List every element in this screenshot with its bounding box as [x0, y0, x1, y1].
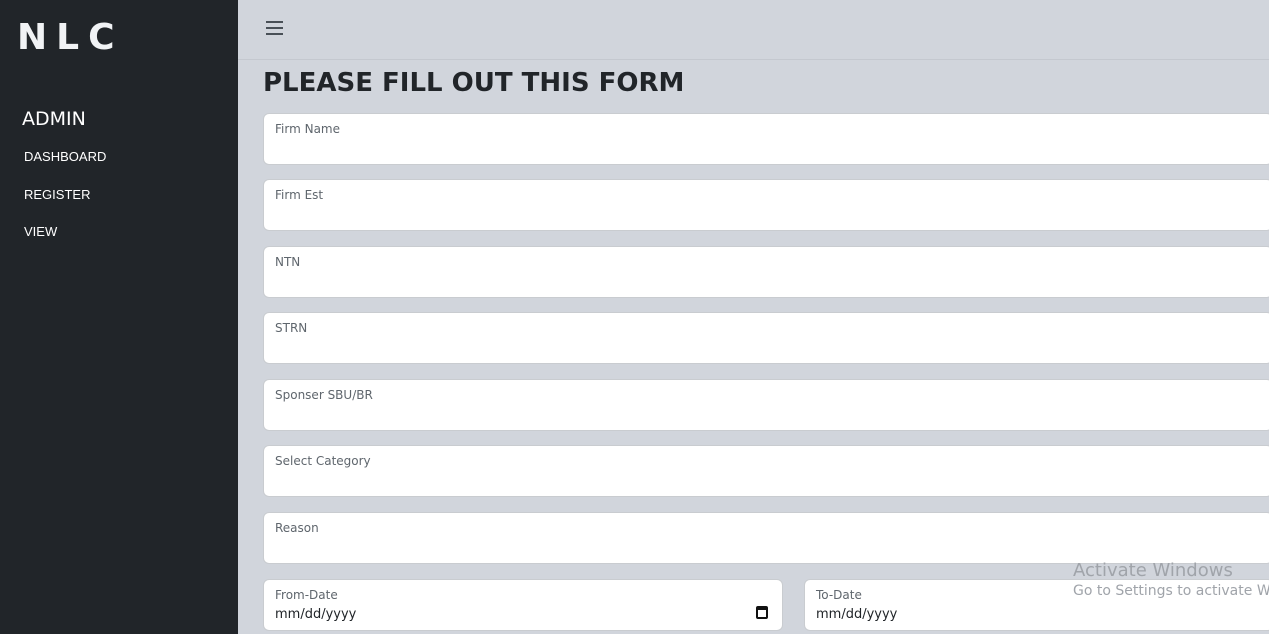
calendar-icon[interactable] — [756, 606, 768, 619]
category-select[interactable]: Select Category — [263, 445, 1269, 497]
sidebar-role-heading: ADMIN — [22, 108, 86, 130]
from-date-field[interactable]: From-Date mm/dd/yyyy — [263, 579, 783, 631]
reason-label: Reason — [275, 521, 319, 535]
from-date-value: mm/dd/yyyy — [275, 607, 357, 622]
sidebar: NLC ADMIN DASHBOARD REGISTER VIEW — [0, 0, 238, 634]
top-navbar — [238, 0, 1269, 60]
ntn-label: NTN — [275, 255, 301, 269]
logo[interactable]: NLC — [17, 17, 124, 58]
firm-name-label: Firm Name — [275, 122, 340, 136]
sidebar-item-register[interactable]: REGISTER — [24, 187, 90, 202]
ntn-field[interactable]: NTN — [263, 246, 1269, 298]
strn-field[interactable]: STRN — [263, 312, 1269, 364]
sidebar-item-view[interactable]: VIEW — [24, 224, 57, 239]
reason-field[interactable]: Reason — [263, 512, 1269, 564]
watermark-title: Activate Windows — [1073, 560, 1233, 581]
sponser-sbu-label: Sponser SBU/BR — [275, 388, 373, 402]
firm-est-label: Firm Est — [275, 188, 324, 202]
to-date-label: To-Date — [816, 588, 862, 602]
page-title: PLEASE FILL OUT THIS FORM — [263, 68, 685, 98]
sidebar-item-dashboard[interactable]: DASHBOARD — [24, 149, 106, 164]
hamburger-icon[interactable] — [264, 17, 286, 39]
strn-label: STRN — [275, 321, 308, 335]
from-date-label: From-Date — [275, 588, 338, 602]
watermark-subtitle: Go to Settings to activate Windows. — [1073, 583, 1269, 599]
to-date-value: mm/dd/yyyy — [816, 607, 898, 622]
firm-name-field[interactable]: Firm Name — [263, 113, 1269, 165]
activate-windows-watermark: Activate Windows Go to Settings to activ… — [1073, 560, 1269, 599]
firm-est-field[interactable]: Firm Est — [263, 179, 1269, 231]
sponser-sbu-field[interactable]: Sponser SBU/BR — [263, 379, 1269, 431]
category-label: Select Category — [275, 454, 371, 468]
